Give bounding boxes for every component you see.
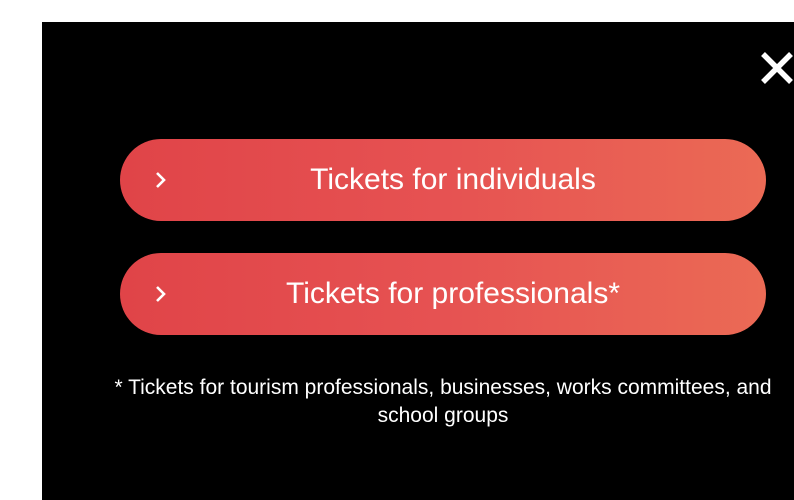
- close-icon: [761, 52, 793, 84]
- tickets-professionals-label: Tickets for professionals*: [285, 277, 620, 310]
- tickets-individuals-button[interactable]: Tickets for individuals: [120, 139, 766, 221]
- professionals-footnote: * Tickets for tourism professionals, bus…: [114, 376, 772, 427]
- ticket-modal: Tickets for individuals Tickets for prof…: [42, 22, 794, 500]
- tickets-professionals-button[interactable]: Tickets for professionals*: [120, 253, 766, 335]
- tickets-individuals-label: Tickets for individuals: [310, 163, 596, 196]
- close-button[interactable]: [760, 48, 794, 88]
